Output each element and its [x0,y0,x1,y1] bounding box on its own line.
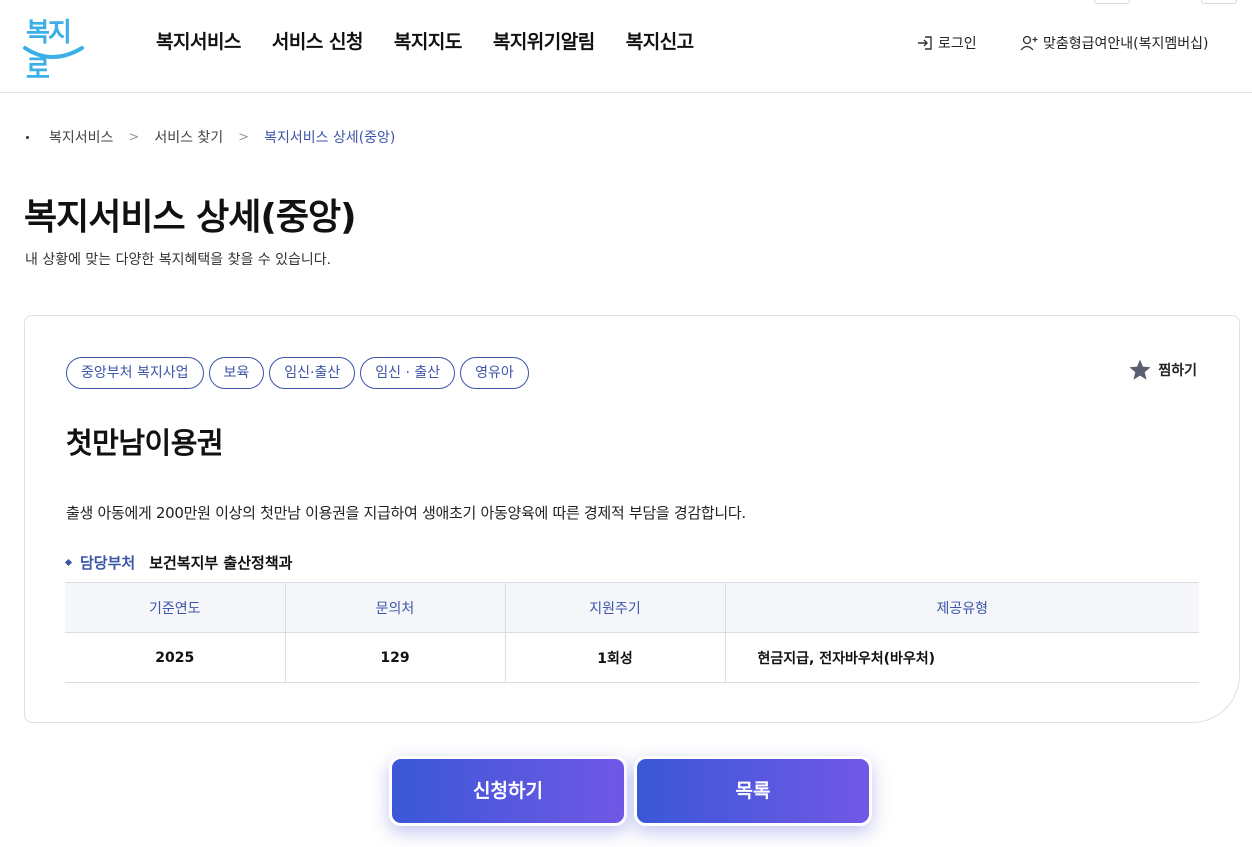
favorite-button[interactable]: 찜하기 [1128,358,1197,382]
main-nav: 복지서비스 서비스 신청 복지지도 복지위기알림 복지신고 [156,27,694,54]
diamond-bullet-icon [64,558,73,567]
tag[interactable]: 영유아 [460,357,529,389]
breadcrumb-home-dot [26,135,29,139]
table-header-row: 기준연도 문의처 지원주기 제공유형 [65,582,1199,633]
service-description: 출생 아동에게 200만원 이상의 첫만남 이용권을 지급하여 생애초기 아동양… [66,504,746,522]
favorite-label: 찜하기 [1158,363,1197,379]
table-cell: 129 [285,632,506,683]
site-header: 복지로 복지서비스 서비스 신청 복지지도 복지위기알림 복지신고 로그인 맞춤… [0,0,1252,93]
tag[interactable]: 중앙부처 복지사업 [66,357,204,389]
membership-link[interactable]: 맞춤형급여안내(복지멤버십) [1019,33,1208,53]
table-cell: 현금지급, 전자바우처(바우처) [725,632,1199,683]
service-detail-card: 중앙부처 복지사업 보육 임신·출산 임신 · 출산 영유아 찜하기 첫만남이용… [24,315,1240,723]
tag-list: 중앙부처 복지사업 보육 임신·출산 임신 · 출산 영유아 [66,357,529,389]
tag[interactable]: 임신 · 출산 [360,357,456,389]
chevron-right-icon: > [238,129,250,145]
site-logo[interactable]: 복지로 [22,12,86,85]
breadcrumb: 복지서비스 > 서비스 찾기 > 복지서비스 상세(중앙) [26,127,395,147]
nav-welfare-service[interactable]: 복지서비스 [156,27,241,54]
logo-smile-icon [23,46,84,59]
list-button[interactable]: 목록 [634,756,872,826]
nav-welfare-report[interactable]: 복지신고 [626,27,694,54]
breadcrumb-current: 복지서비스 상세(중앙) [264,130,396,146]
login-link[interactable]: 로그인 [916,33,977,53]
apply-button[interactable]: 신청하기 [389,756,627,826]
table-header-cell: 지원주기 [505,582,726,633]
table-header-cell: 문의처 [285,582,506,633]
breadcrumb-item[interactable]: 서비스 찾기 [154,127,223,147]
star-icon [1129,359,1151,380]
table-cell: 1회성 [505,632,726,683]
service-info-table: 기준연도 문의처 지원주기 제공유형 2025 129 1회성 현금지급, 전자… [65,582,1199,683]
table-header-cell: 기준연도 [65,582,286,633]
login-label: 로그인 [938,36,977,52]
service-title: 첫만남이용권 [66,426,224,460]
table-row: 2025 129 1회성 현금지급, 전자바우처(바우처) [65,632,1199,683]
membership-label: 맞춤형급여안내(복지멤버십) [1043,36,1209,52]
nav-crisis-alert[interactable]: 복지위기알림 [493,27,595,54]
breadcrumb-item[interactable]: 복지서비스 [49,127,113,147]
page-title: 복지서비스 상세(중앙) [24,197,357,238]
department-info: 담당부처 보건복지부 출산정책과 [64,552,293,573]
user-plus-icon [1020,35,1038,51]
top-util-button[interactable] [1201,0,1237,4]
chevron-right-icon: > [128,129,140,145]
nav-service-apply[interactable]: 서비스 신청 [272,27,364,54]
page-description: 내 상황에 맞는 다양한 복지혜택을 찾을 수 있습니다. [25,252,332,268]
nav-welfare-map[interactable]: 복지지도 [394,27,462,54]
table-cell: 2025 [65,632,286,683]
tag[interactable]: 보육 [208,357,265,389]
department-label: 담당부처 [80,554,136,572]
tag[interactable]: 임신·출산 [269,357,356,389]
top-util-button[interactable] [1094,0,1130,4]
department-value: 보건복지부 출산정책과 [149,554,293,572]
login-icon [918,36,932,50]
table-header-cell: 제공유형 [725,582,1199,633]
